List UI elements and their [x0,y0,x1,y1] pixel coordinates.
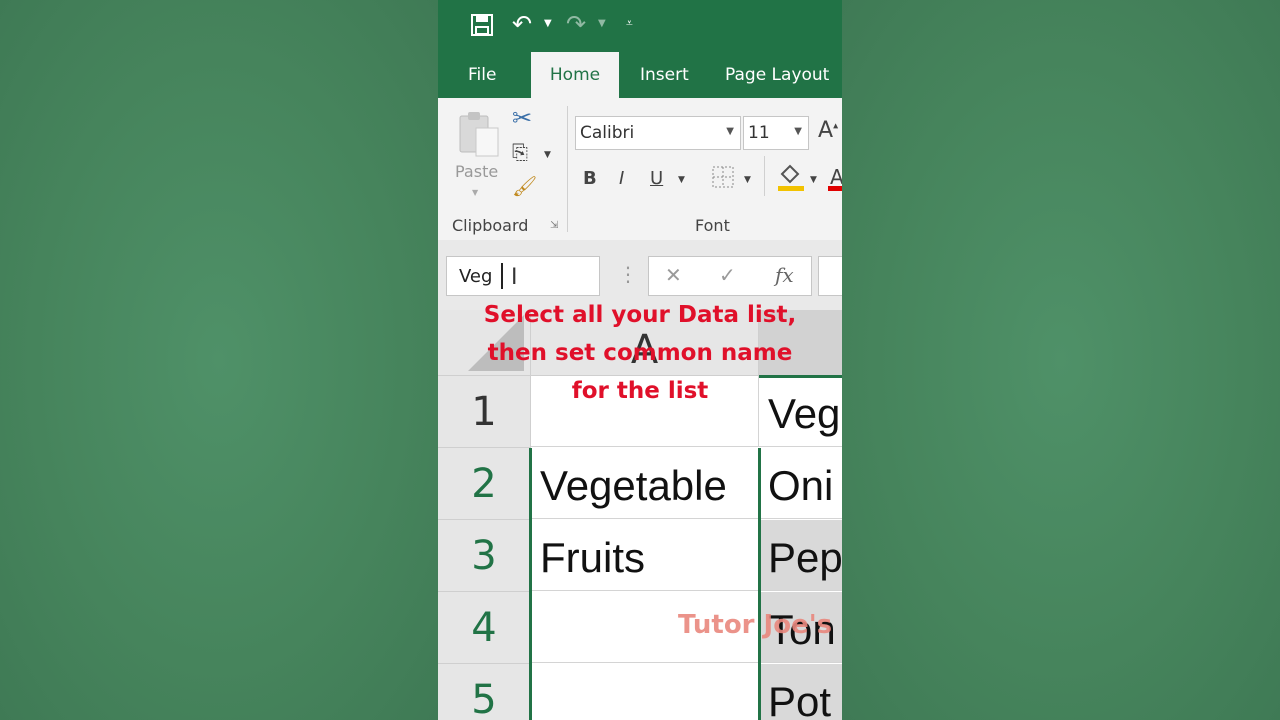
cell-b3[interactable]: Pep [759,520,842,591]
copy-dropdown-icon[interactable]: ▼ [544,150,551,160]
formula-buttons: ✕ ✓ fx [648,256,812,296]
redo-icon[interactable]: ↷ [566,10,586,38]
cell-b2[interactable]: Oni [759,448,842,519]
row-header-3[interactable]: 3 [438,520,531,592]
select-all-button[interactable] [438,310,531,376]
paste-icon[interactable] [456,110,502,162]
worksheet-grid: A 1 2 3 4 5 Veg Vegetable Oni Fruits Pep… [438,310,842,720]
selection-border-b [758,448,761,720]
cut-icon[interactable]: ✂ [512,104,532,132]
watermark: Tutor Joe's [678,610,833,640]
borders-dropdown-icon[interactable]: ▼ [744,175,751,185]
font-size-value: 11 [748,123,770,143]
vertical-dots-icon[interactable]: ⋮ [618,262,638,286]
underline-dropdown-icon[interactable]: ▼ [678,175,685,185]
cell-a3[interactable]: Fruits [531,520,759,591]
selection-border-left [529,448,532,720]
row-header-2[interactable]: 2 [438,448,531,520]
clipboard-group-label: Clipboard [452,216,529,235]
svg-text:A: A [830,165,842,189]
font-name-value: Calibri [580,123,635,143]
title-bar: ↶ ▼ ↷ ▼ ⩡ [438,0,842,52]
insert-function-icon[interactable]: fx [775,263,794,287]
formula-input[interactable] [818,256,842,296]
fill-color-icon[interactable] [778,162,804,196]
paste-dropdown-icon[interactable]: ▼ [472,188,478,197]
cell-a1[interactable] [531,376,759,447]
tab-insert[interactable]: Insert [640,52,689,98]
redo-dropdown-icon[interactable]: ▼ [598,18,606,29]
font-size-dropdown[interactable]: 11 ▼ [743,116,809,150]
ribbon-separator [567,106,568,232]
italic-button[interactable]: I [619,168,624,189]
ribbon-tabs: File Home Insert Page Layout [438,52,842,98]
tab-home[interactable]: Home [531,52,619,98]
excel-window: ↶ ▼ ↷ ▼ ⩡ File Home Insert Page Layout P… [438,0,842,720]
column-header-a[interactable]: A [531,310,759,376]
cell-a2[interactable]: Vegetable [531,448,759,519]
font-color-icon[interactable]: A [828,164,842,196]
borders-icon[interactable] [712,166,734,192]
row-header-4[interactable]: 4 [438,592,531,664]
save-icon[interactable] [470,13,494,41]
column-header-b[interactable] [759,310,842,378]
row-header-5[interactable]: 5 [438,664,531,720]
formula-bar-area: Veg I ⋮ ✕ ✓ fx [438,240,842,310]
enter-icon[interactable]: ✓ [719,263,736,287]
cell-b1[interactable]: Veg [759,376,842,447]
undo-icon[interactable]: ↶ [512,10,532,38]
customize-toolbar-icon[interactable]: ⩡ [626,16,633,31]
right-background [842,0,1280,720]
cell-b5[interactable]: Pot [759,664,842,720]
tab-page-layout[interactable]: Page Layout [725,52,829,98]
bold-button[interactable]: B [583,168,597,189]
select-all-triangle [468,315,524,371]
chevron-down-icon: ▼ [794,126,802,137]
undo-dropdown-icon[interactable]: ▼ [544,18,552,29]
copy-icon[interactable]: ⎘ [512,140,528,164]
increase-font-size-icon[interactable]: A▴ [818,118,838,143]
underline-button[interactable]: U [650,168,663,189]
fill-color-dropdown-icon[interactable]: ▼ [810,175,817,185]
ribbon-separator [764,156,765,196]
font-group-label: Font [695,216,730,235]
left-background [0,0,438,720]
paste-label[interactable]: Paste [455,162,498,181]
name-box-value: Veg [459,266,493,287]
cell-a5[interactable] [531,664,759,720]
font-name-dropdown[interactable]: Calibri ▼ [575,116,741,150]
cancel-icon[interactable]: ✕ [665,263,682,287]
ribbon-home: Paste ▼ ✂ ⎘ ▼ 🖌 Clipboard ⇲ Calibri ▼ 11… [438,98,842,241]
chevron-down-icon: ▼ [726,126,734,137]
name-box[interactable]: Veg I [446,256,600,296]
i-beam-cursor-icon: I [511,265,518,290]
tab-file[interactable]: File [468,52,496,98]
row-header-1[interactable]: 1 [438,376,531,448]
format-painter-icon[interactable]: 🖌 [512,174,537,198]
text-caret [501,263,503,289]
clipboard-launcher-icon[interactable]: ⇲ [550,220,558,231]
